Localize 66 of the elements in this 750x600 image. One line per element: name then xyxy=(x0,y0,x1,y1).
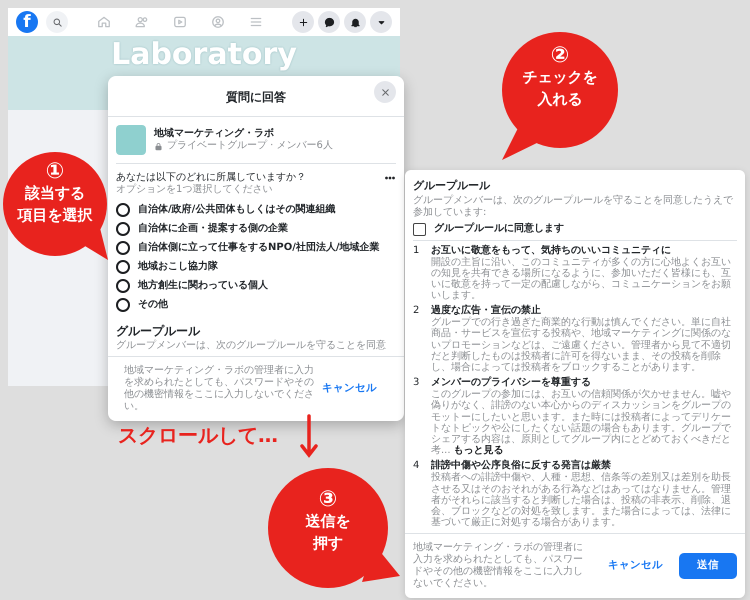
account-menu-button[interactable] xyxy=(370,11,392,33)
radio-button[interactable] xyxy=(116,298,130,312)
radio-button[interactable] xyxy=(116,222,130,236)
radio-button[interactable] xyxy=(116,260,130,274)
callout-text: 押す xyxy=(313,532,343,554)
see-more-link[interactable]: もっと見る xyxy=(454,445,504,456)
radio-button[interactable] xyxy=(116,240,130,254)
rule-number: 2 xyxy=(413,305,420,318)
callout-text: 項目を選択 xyxy=(18,204,92,226)
group-name: 地域マーケティング・ラボ xyxy=(154,128,275,140)
scroll-hint: スクロールして… xyxy=(118,422,278,449)
question-hint: オプションを1つ選択してください xyxy=(116,184,274,196)
rule-number: 4 xyxy=(413,460,420,474)
callout-text: 送信を xyxy=(306,511,350,532)
messenger-button[interactable] xyxy=(318,11,340,33)
rules-heading: グループルール xyxy=(116,323,202,340)
close-icon xyxy=(380,86,390,98)
rule-title: メンバーのプライバシーを尊重する xyxy=(431,377,592,388)
logo[interactable]: f xyxy=(16,11,38,33)
agree-checkbox[interactable] xyxy=(413,222,426,236)
rules-heading: グループルール xyxy=(413,178,491,194)
callout-text: 該当する xyxy=(25,183,85,204)
group-thumbnail xyxy=(116,125,146,155)
option-label: 自治体に企画・提案する側の企業 xyxy=(138,222,288,234)
cancel-link[interactable]: キャンセル xyxy=(608,558,663,574)
callout-text: チェックを xyxy=(522,67,598,88)
create-button[interactable] xyxy=(292,11,314,33)
step-number: ② xyxy=(550,44,570,68)
rule-text: 開設の主旨に沿い、このコミュニティが多くの方に心地よくお互いの知見を共有できる場所になるように、参加いただく皆様にも、互いに敬意を持って一定の配慮しながら、コミュニケーションをお願いします。 xyxy=(431,256,732,302)
option-label: 自治体/政府/公共団体もしくはその関連組織 xyxy=(138,204,336,216)
agree-label: グループルールに同意します xyxy=(434,223,564,235)
privacy-notice: 地域マーケティング・ラボの管理者に入力を求められたとしても、パスワードやその他の機密情報をここに入力しないでください。 xyxy=(413,542,584,590)
dialog-title: 質問に回答 xyxy=(226,89,286,106)
callout-text: 入れる xyxy=(538,88,582,110)
notifications-button[interactable] xyxy=(344,11,366,33)
lock-icon xyxy=(154,142,163,150)
rule-title: お互いに敬意をもって、気持ちのいいコミュニティに xyxy=(431,244,672,256)
search-icon xyxy=(52,16,62,28)
radio-button[interactable] xyxy=(116,202,130,216)
privacy-notice: 地域マーケティング・ラボの管理者に入力を求められたとしても、パスワードやその他の機密情報をここに入力しないでください。 xyxy=(124,365,314,413)
rule-number: 1 xyxy=(413,244,420,258)
radio-button[interactable] xyxy=(116,278,130,292)
plus-icon xyxy=(298,16,308,28)
send-button[interactable]: 送信 xyxy=(679,553,737,579)
option-label: 地域おこし協力隊 xyxy=(138,260,218,272)
rule-title: 誹謗中傷や公序良俗に反する発言は厳禁 xyxy=(431,460,612,472)
chat-bubble-icon xyxy=(324,16,334,28)
step-number: ③ xyxy=(318,488,338,512)
rule-text: グループでの行き過ぎた商業的な行動は慎んでください。単に自社商品・サービスを宣伝する投稿や、地域マーケティングに関係のないプロモーションなどは、ご遠慮ください。管理者から見て不適切だと判断したものは投稿者に許可を得ないまま、その投稿を削除し、場合によっては投稿者をブロックすることがあります。 xyxy=(431,317,732,374)
rules-intro: グループメンバーは、次のグループルールを守ることを同意 xyxy=(116,340,387,353)
group-meta: プライベートグループ · メンバー6人 xyxy=(167,140,333,152)
search-button[interactable] xyxy=(46,11,68,33)
question-text: あなたは以下のどれに所属していますか？ xyxy=(116,172,306,184)
rule-title: 過度な広告・宣伝の禁止 xyxy=(431,305,542,316)
rule-text: このグループの参加には、お互いの信頼関係が欠かせません。嘘や偽りがなく、誹謗のない本心からのディスカッションをグループのモットーにしたいと思います。また時には投稿者によってデリケートなトピックや公にしたくない話題の場合もあります。グループでシェアする内容は、原則としてグループ内にとどめておくべきだと考... もっと見る xyxy=(431,389,732,456)
bell-icon xyxy=(350,16,360,28)
step-number: ① xyxy=(46,160,64,184)
rule-text: 投稿者への誹謗中傷や、人種・思想、信条等の差別又は差別を助長させる又はそのおそれがある行為などはあってはなりません。管理者がそれらに該当すると判断した場合は、投稿の非表示、削除、退会、ブロックなどの対処を致します。また場合によっては、法律に基づいて厳正に対処する場合があります。 xyxy=(431,472,732,528)
option-label: 自治体側に立って仕事をするNPO/社団法人/地域企業 xyxy=(138,242,380,254)
cancel-link[interactable]: キャンセル xyxy=(322,381,377,397)
rule-number: 3 xyxy=(413,377,420,390)
option-label: 地方創生に関わっている個人 xyxy=(138,280,268,292)
rules-intro: グループメンバーは、次のグループルールを守ることを同意したうえで参加しています: xyxy=(413,194,734,218)
option-label: その他 xyxy=(138,298,168,310)
down-arrow xyxy=(300,414,318,458)
close-button[interactable] xyxy=(374,81,396,103)
